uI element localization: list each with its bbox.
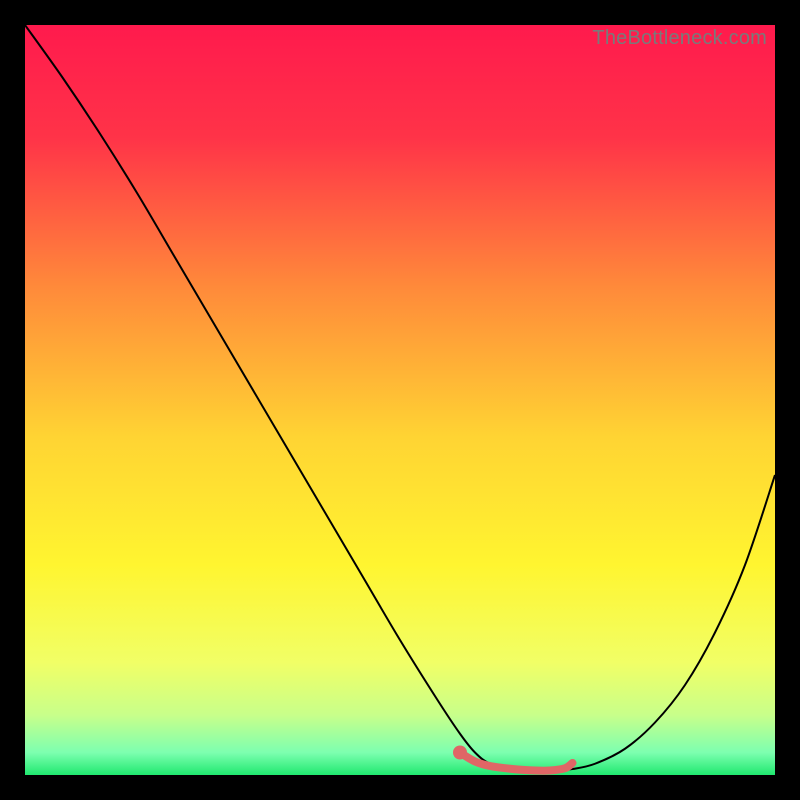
optimal-range-start-dot xyxy=(453,746,467,760)
gradient-background xyxy=(25,25,775,775)
bottleneck-chart xyxy=(25,25,775,775)
watermark-text: TheBottleneck.com xyxy=(592,27,767,50)
chart-frame: TheBottleneck.com xyxy=(25,25,775,775)
